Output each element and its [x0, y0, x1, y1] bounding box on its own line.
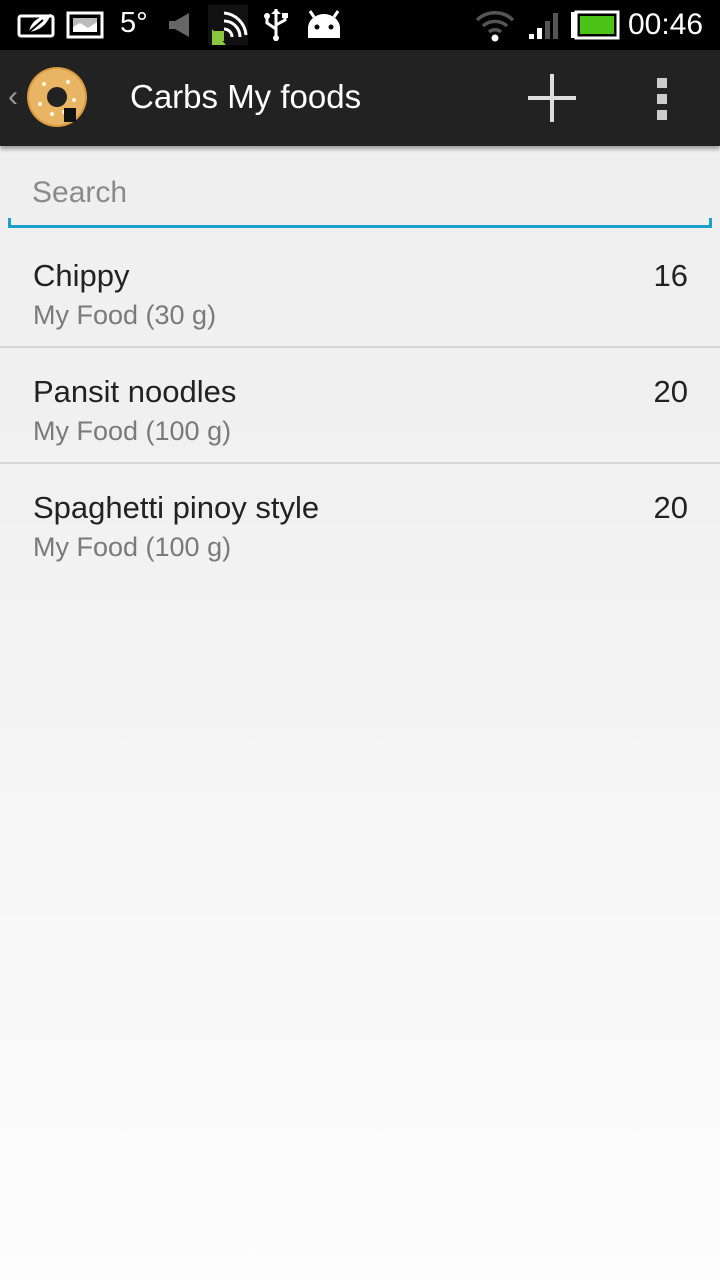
food-detail: My Food (30 g): [33, 300, 217, 330]
food-carbs: 16: [653, 258, 688, 293]
search-input[interactable]: [8, 162, 712, 224]
status-bar: 5° 00:46: [0, 0, 720, 50]
food-detail: My Food (100 g): [33, 416, 232, 446]
food-list: Chippy My Food (30 g) 16 Pansit noodles …: [0, 232, 720, 578]
mute-icon: [164, 6, 196, 44]
signal-icon: [526, 6, 564, 44]
leaf-notification-icon: [16, 6, 58, 44]
search-field: [8, 162, 712, 230]
action-bar: ‹ Carbs My foods: [0, 50, 720, 146]
android-cast-icon: [208, 4, 248, 46]
clock-text: 00:46: [628, 8, 704, 41]
food-name: Chippy: [33, 258, 130, 293]
food-name: Spaghetti pinoy style: [33, 490, 320, 525]
image-notification-icon: [64, 6, 106, 44]
battery-icon: [570, 6, 620, 44]
food-carbs: 20: [653, 374, 688, 409]
temperature-text: 5°: [120, 7, 148, 39]
food-detail: My Food (100 g): [33, 532, 232, 562]
more-vert-icon[interactable]: [640, 66, 686, 130]
list-item[interactable]: Pansit noodles My Food (100 g) 20: [0, 348, 720, 464]
android-debug-icon: [304, 6, 344, 44]
donut-icon[interactable]: [24, 64, 90, 130]
search-underline: [8, 218, 712, 228]
usb-icon: [260, 6, 292, 44]
plus-icon[interactable]: [520, 66, 584, 130]
food-carbs: 20: [653, 490, 688, 525]
chevron-left-icon[interactable]: ‹: [8, 80, 18, 114]
food-name: Pansit noodles: [33, 374, 237, 409]
list-item[interactable]: Chippy My Food (30 g) 16: [0, 232, 720, 348]
list-item[interactable]: Spaghetti pinoy style My Food (100 g) 20: [0, 464, 720, 578]
wifi-icon: [474, 6, 516, 44]
page-title: Carbs My foods: [130, 78, 362, 115]
